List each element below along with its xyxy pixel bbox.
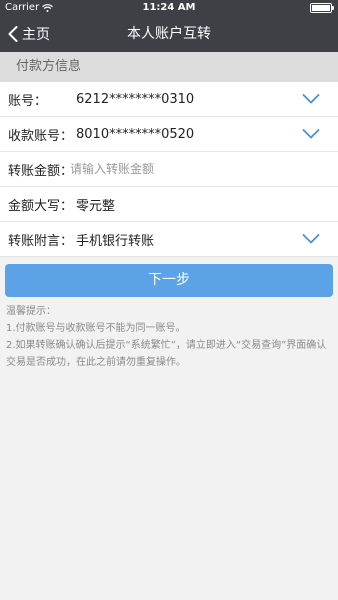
tips-block: 温馨提示： 1.付款账号与收款账号不能为同一账号。 2.如果转账确认确认后提示“… [6, 303, 334, 371]
memo-value: 手机银行转账 [76, 233, 155, 249]
tip-line-2: 2.如果转账确认确认后提示“系统繁忙”，请立即进入“交易查询”界面确认交易是否成… [6, 340, 327, 368]
account-label: 账号： [8, 93, 48, 109]
chevron-down-icon[interactable] [302, 128, 320, 140]
tip-line-1: 1.付款账号与收款账号不能为同一账号。 [6, 323, 186, 334]
memo-row[interactable]: 转账附言： 手机银行转账 [0, 222, 338, 257]
payee-account-label: 收款账号： [8, 128, 74, 144]
chevron-down-icon[interactable] [302, 93, 320, 105]
chevron-down-icon[interactable] [302, 233, 320, 245]
back-button[interactable]: 主页 [8, 16, 50, 52]
payee-account-row[interactable]: 收款账号： 8010********0520 [0, 117, 338, 152]
status-bar: Carrier 11:24 AM [0, 0, 338, 16]
tips-title: 温馨提示： [6, 306, 56, 317]
next-step-button[interactable]: 下一步 [5, 264, 333, 297]
payee-account-value: 8010********0520 [76, 126, 195, 142]
back-label: 主页 [22, 27, 50, 43]
account-row[interactable]: 账号： 6212********0310 [0, 82, 338, 117]
memo-label: 转账附言： [8, 233, 74, 249]
page-title: 本人账户互转 [127, 26, 211, 42]
amount-input[interactable] [70, 157, 300, 181]
status-time: 11:24 AM [142, 2, 196, 13]
amount-row: 转账金额： [0, 152, 338, 187]
account-value: 6212********0310 [76, 91, 195, 107]
amount-label: 转账金额： [8, 163, 74, 179]
nav-bar: 主页 本人账户互转 [0, 16, 338, 52]
battery-icon [310, 3, 334, 13]
capital-amount-label: 金额大写： [8, 198, 74, 214]
capital-amount-value: 零元整 [76, 198, 116, 214]
chevron-left-icon [8, 26, 18, 42]
section-header-payer-info: 付款方信息 [0, 52, 338, 82]
transfer-form: 账号： 6212********0310 收款账号： 8010********0… [0, 82, 338, 257]
capital-amount-row: 金额大写： 零元整 [0, 187, 338, 222]
